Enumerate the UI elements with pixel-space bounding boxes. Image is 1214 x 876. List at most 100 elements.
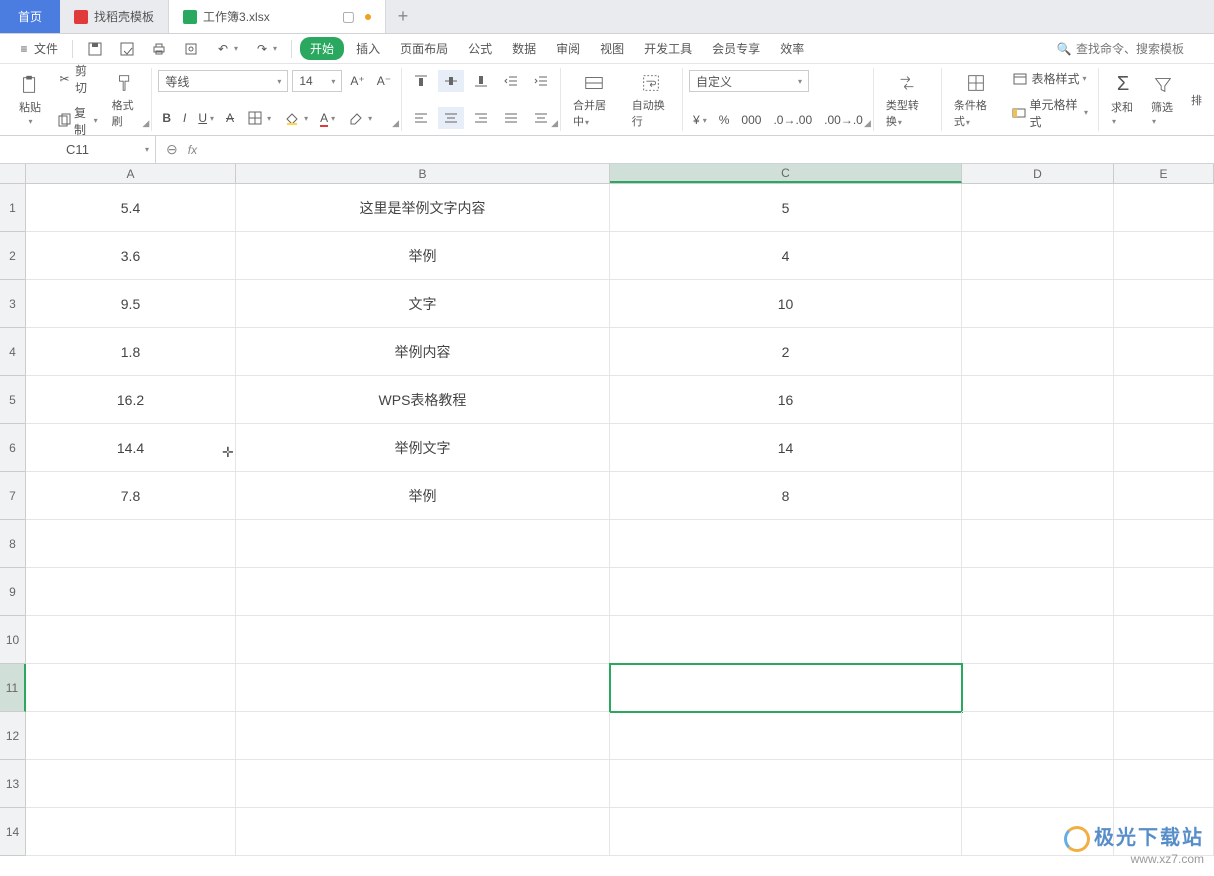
- filter-button[interactable]: 筛选▾: [1145, 71, 1181, 129]
- shrink-font-button[interactable]: A⁻: [373, 72, 395, 90]
- font-family-select[interactable]: 等线▾: [158, 70, 288, 92]
- cell[interactable]: [1114, 232, 1214, 280]
- ribbon-tab-pagelayout[interactable]: 页面布局: [392, 36, 456, 61]
- cell[interactable]: 举例: [236, 472, 610, 520]
- cell[interactable]: 14: [610, 424, 962, 472]
- cell[interactable]: [1114, 328, 1214, 376]
- column-header[interactable]: B: [236, 164, 610, 183]
- cell[interactable]: [962, 280, 1114, 328]
- cell[interactable]: [962, 376, 1114, 424]
- cell[interactable]: [610, 520, 962, 568]
- align-top-button[interactable]: [408, 70, 434, 92]
- row-header[interactable]: 6: [0, 424, 26, 472]
- dialog-launcher-icon[interactable]: ◢: [142, 118, 149, 129]
- cell[interactable]: 这里是举例文字内容: [236, 184, 610, 232]
- bold-button[interactable]: B: [158, 109, 175, 127]
- cell[interactable]: [1114, 712, 1214, 760]
- cell[interactable]: [962, 568, 1114, 616]
- cell[interactable]: [1114, 520, 1214, 568]
- fx-icon[interactable]: fx: [188, 143, 197, 157]
- select-all-corner[interactable]: [0, 164, 26, 183]
- cell[interactable]: 1.8: [26, 328, 236, 376]
- row-header[interactable]: 8: [0, 520, 26, 568]
- tab-templates[interactable]: 找稻壳模板: [60, 0, 169, 33]
- cell[interactable]: [26, 520, 236, 568]
- align-right-button[interactable]: [468, 107, 494, 129]
- dialog-launcher-icon[interactable]: ◢: [864, 118, 871, 129]
- row-header[interactable]: 1: [0, 184, 26, 232]
- number-format-select[interactable]: 自定义▾: [689, 70, 809, 92]
- cell[interactable]: [1114, 280, 1214, 328]
- cell[interactable]: 5.4: [26, 184, 236, 232]
- ribbon-tab-member[interactable]: 会员专享: [704, 36, 768, 61]
- row-header[interactable]: 13: [0, 760, 26, 808]
- cell-style-button[interactable]: 单元格样式▾: [1007, 94, 1092, 132]
- cell[interactable]: 5: [610, 184, 962, 232]
- cell[interactable]: 9.5: [26, 280, 236, 328]
- chevron-down-icon[interactable]: ▾: [234, 44, 238, 53]
- cell[interactable]: [1114, 472, 1214, 520]
- ribbon-tab-formula[interactable]: 公式: [460, 36, 500, 61]
- cell[interactable]: [610, 568, 962, 616]
- strikethrough-button[interactable]: A: [222, 109, 238, 127]
- app-menu-button[interactable]: ≡文件: [10, 36, 64, 61]
- print-button[interactable]: [145, 37, 173, 61]
- save-button[interactable]: [81, 37, 109, 61]
- align-left-button[interactable]: [408, 107, 434, 129]
- increase-indent-button[interactable]: [528, 70, 554, 92]
- cell[interactable]: [962, 472, 1114, 520]
- cell[interactable]: [236, 616, 610, 664]
- align-center-button[interactable]: [438, 107, 464, 129]
- chevron-down-icon[interactable]: ▾: [145, 145, 149, 154]
- cell[interactable]: 10: [610, 280, 962, 328]
- cell[interactable]: [236, 664, 610, 712]
- cell[interactable]: 举例文字: [236, 424, 610, 472]
- table-style-button[interactable]: 表格样式▾: [1007, 68, 1092, 90]
- cell[interactable]: [1114, 376, 1214, 424]
- row-header[interactable]: 3: [0, 280, 26, 328]
- cell[interactable]: 文字: [236, 280, 610, 328]
- cell[interactable]: 2: [610, 328, 962, 376]
- cell[interactable]: [610, 712, 962, 760]
- cell[interactable]: [26, 760, 236, 808]
- cell[interactable]: [962, 664, 1114, 712]
- cell[interactable]: [962, 424, 1114, 472]
- grow-font-button[interactable]: A⁺: [346, 72, 368, 90]
- cell[interactable]: [1114, 424, 1214, 472]
- cell[interactable]: [26, 568, 236, 616]
- cell[interactable]: [962, 328, 1114, 376]
- ribbon-tab-view[interactable]: 视图: [592, 36, 632, 61]
- cell[interactable]: [610, 808, 962, 856]
- border-button[interactable]: ▾: [242, 107, 275, 129]
- dialog-launcher-icon[interactable]: ◢: [551, 118, 558, 129]
- cell[interactable]: [1114, 664, 1214, 712]
- cell[interactable]: 4: [610, 232, 962, 280]
- cell[interactable]: 3.6: [26, 232, 236, 280]
- cell[interactable]: [236, 520, 610, 568]
- decrease-indent-button[interactable]: [498, 70, 524, 92]
- align-bottom-button[interactable]: [468, 70, 494, 92]
- cell[interactable]: [1114, 760, 1214, 808]
- copy-button[interactable]: 复制▾: [52, 102, 102, 140]
- font-color-button[interactable]: A▾: [316, 109, 339, 127]
- align-middle-button[interactable]: [438, 70, 464, 92]
- cell[interactable]: [236, 760, 610, 808]
- formula-input[interactable]: [207, 136, 1214, 163]
- cell[interactable]: [26, 808, 236, 856]
- comma-button[interactable]: 000: [737, 111, 765, 129]
- cell[interactable]: 7.8: [26, 472, 236, 520]
- cell[interactable]: [962, 520, 1114, 568]
- print-preview-button[interactable]: [177, 37, 205, 61]
- cell[interactable]: [26, 664, 236, 712]
- cell[interactable]: 举例: [236, 232, 610, 280]
- clear-format-button[interactable]: ▾: [343, 107, 376, 129]
- cell[interactable]: [962, 616, 1114, 664]
- cell[interactable]: [236, 712, 610, 760]
- cell[interactable]: 14.4: [26, 424, 236, 472]
- column-header[interactable]: C: [610, 164, 962, 183]
- cell[interactable]: [26, 712, 236, 760]
- increase-decimal-button[interactable]: .0→.00: [769, 111, 816, 129]
- row-header[interactable]: 4: [0, 328, 26, 376]
- dialog-launcher-icon[interactable]: ◢: [392, 118, 399, 129]
- tab-workbook[interactable]: 工作簿3.xlsx ▢: [169, 0, 386, 33]
